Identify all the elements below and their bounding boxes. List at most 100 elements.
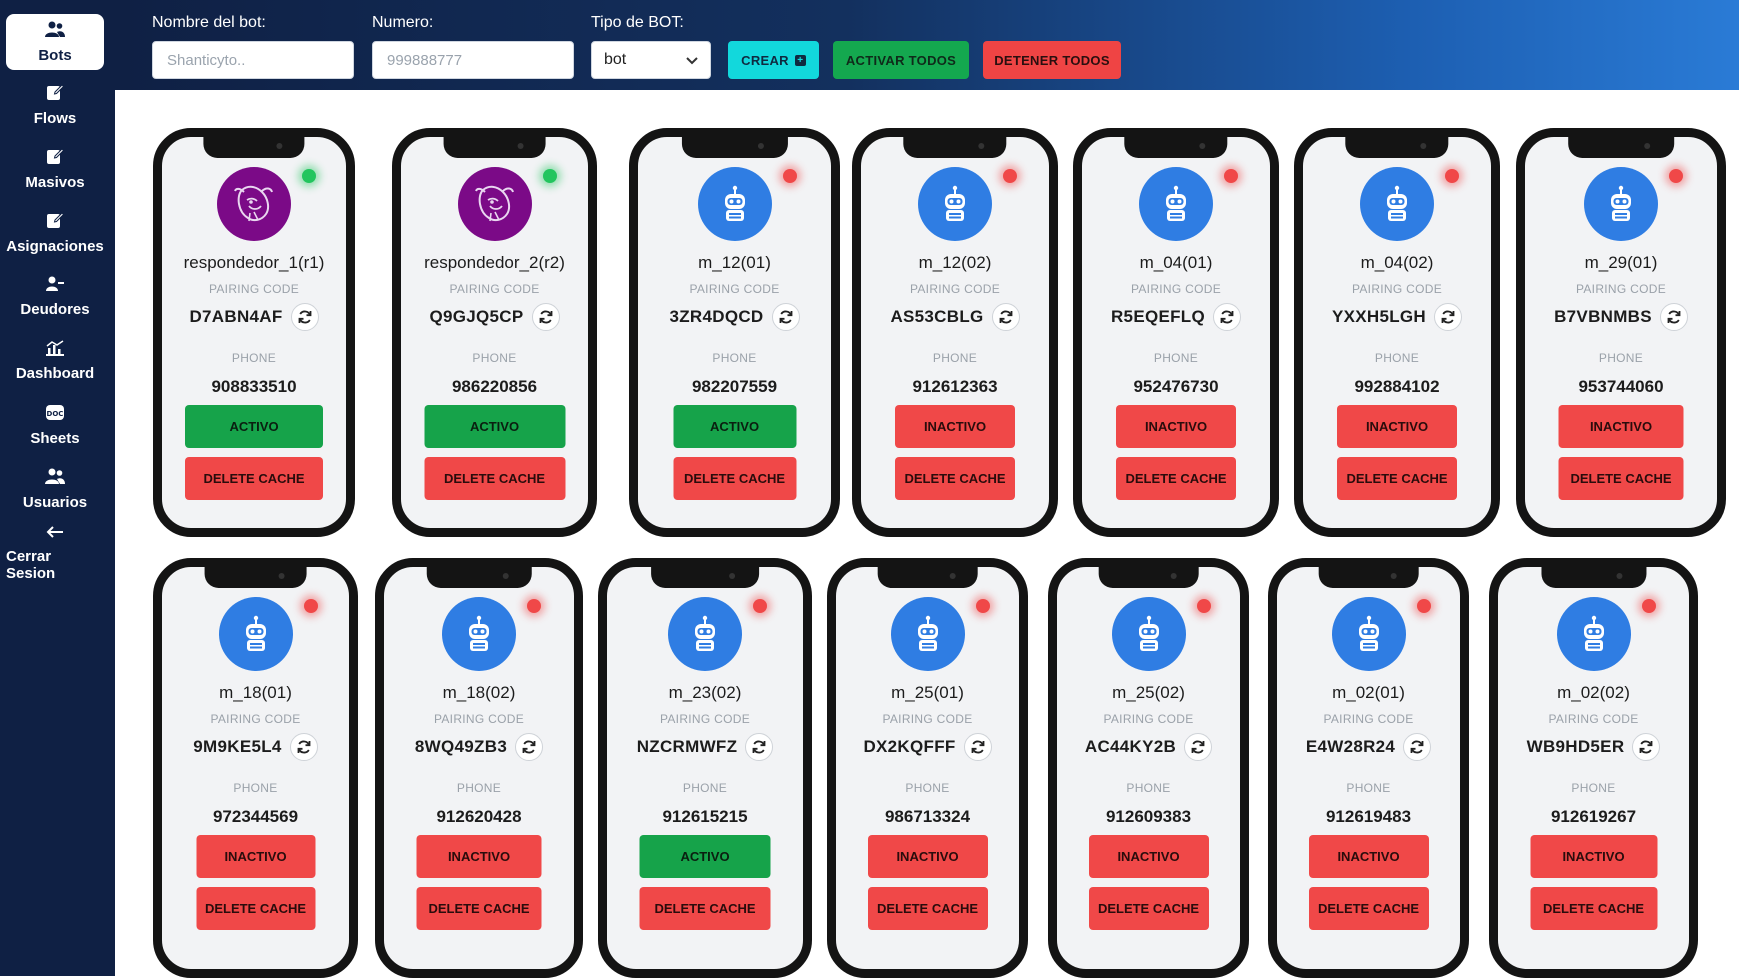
sidebar-item-masivos[interactable]: Masivos	[6, 140, 104, 198]
sidebar-item-flows[interactable]: Flows	[6, 76, 104, 134]
status-toggle-button[interactable]: INACTIVO	[1088, 835, 1209, 878]
refresh-icon[interactable]	[991, 303, 1020, 331]
robot-avatar-icon	[697, 167, 772, 241]
refresh-icon[interactable]	[963, 733, 992, 761]
bot-card: m_23(02) PAIRING CODE NZCRMWFZ PHONE 9126152…	[598, 558, 812, 978]
pairing-code-label: PAIRING CODE	[1351, 282, 1443, 296]
delete-cache-button[interactable]: DELETE CACHE	[1308, 887, 1429, 930]
delete-cache-button[interactable]: DELETE CACHE	[1558, 457, 1684, 500]
bot-name: m_02(01)	[1332, 683, 1405, 702]
pairing-code: 9M9KE5L4	[193, 737, 282, 756]
pairing-code-row: 9M9KE5L4	[162, 733, 349, 761]
pairing-code-row: YXXH5LGH	[1303, 303, 1491, 331]
bot-name: m_29(01)	[1584, 253, 1658, 272]
activate-all-button[interactable]: ACTIVAR TODOS	[833, 41, 969, 79]
status-indicator	[302, 169, 316, 183]
refresh-icon[interactable]	[1659, 303, 1688, 331]
status-toggle-button[interactable]: INACTIVO	[1308, 835, 1429, 878]
refresh-icon[interactable]	[745, 733, 774, 761]
gnu-avatar-icon	[457, 167, 532, 241]
phone-label: PHONE	[682, 781, 728, 795]
refresh-icon[interactable]	[515, 733, 544, 761]
phone-label: PHONE	[1153, 351, 1199, 365]
status-toggle-button[interactable]: INACTIVO	[196, 835, 315, 878]
phone-label: PHONE	[231, 351, 277, 365]
status-toggle-button[interactable]: INACTIVO	[1337, 405, 1457, 448]
chevron-down-icon	[686, 52, 698, 68]
pairing-code: 3ZR4DQCD	[669, 307, 764, 326]
bot-card: respondedor_1(r1) PAIRING CODE D7ABN4AF PHO…	[153, 128, 355, 537]
phone-label: PHONE	[456, 781, 502, 795]
sidebar-item-bots[interactable]: Bots	[6, 14, 104, 70]
sidebar-item-label: Cerrar Sesion	[6, 547, 56, 582]
status-toggle-button[interactable]: INACTIVO	[895, 405, 1015, 448]
status-toggle-button[interactable]: ACTIVO	[673, 405, 796, 448]
status-toggle-button[interactable]: INACTIVO	[416, 835, 542, 878]
refresh-icon[interactable]	[1434, 303, 1463, 331]
delete-cache-button[interactable]: DELETE CACHE	[1116, 457, 1236, 500]
delete-cache-button[interactable]: DELETE CACHE	[424, 457, 565, 500]
delete-cache-button[interactable]: DELETE CACHE	[639, 887, 771, 930]
sidebar-item-asignaciones[interactable]: Asignaciones	[6, 204, 104, 262]
status-indicator	[1224, 169, 1238, 183]
bot-card: m_29(01) PAIRING CODE B7VBNMBS PHONE 9537440…	[1516, 128, 1726, 537]
status-toggle-button[interactable]: INACTIVO	[1558, 405, 1684, 448]
bot-name: m_25(02)	[1112, 683, 1185, 702]
edit-icon	[46, 211, 65, 233]
phone-label: PHONE	[712, 351, 757, 365]
sidebar-item-cerrar-sesion[interactable]: Cerrar Sesion	[6, 524, 104, 582]
edit-icon	[46, 83, 65, 105]
refresh-icon[interactable]	[290, 303, 319, 331]
delete-cache-button[interactable]: DELETE CACHE	[895, 457, 1015, 500]
sidebar-item-usuarios[interactable]: Usuarios	[6, 460, 104, 518]
refresh-icon[interactable]	[531, 303, 560, 331]
phone-number: 986713324	[884, 807, 971, 826]
robot-avatar-icon	[1556, 597, 1631, 671]
robot-avatar-icon	[1139, 167, 1213, 241]
delete-cache-button[interactable]: DELETE CACHE	[416, 887, 542, 930]
bot-type-select[interactable]: bot	[591, 41, 711, 79]
phone-number: 912609383	[1105, 807, 1192, 826]
status-indicator	[1642, 599, 1656, 613]
sidebar-item-label: Asignaciones	[6, 238, 104, 255]
refresh-icon[interactable]	[289, 733, 318, 761]
sidebar-item-dashboard[interactable]: Dashboard	[6, 332, 104, 390]
delete-cache-button[interactable]: DELETE CACHE	[185, 457, 323, 500]
bots-grid: respondedor_1(r1) PAIRING CODE D7ABN4AF PHO…	[115, 90, 1739, 978]
create-button[interactable]: CREAR +	[728, 41, 819, 79]
phone-number: 912619267	[1550, 807, 1637, 826]
pairing-code-row: R5EQEFLQ	[1082, 303, 1270, 331]
refresh-icon[interactable]	[1632, 733, 1661, 761]
refresh-icon[interactable]	[771, 303, 800, 331]
delete-cache-button[interactable]: DELETE CACHE	[1337, 457, 1457, 500]
sidebar-item-label: Sheets	[30, 429, 80, 447]
sidebar-item-label: Bots	[38, 46, 72, 64]
sidebar-item-label: Usuarios	[22, 493, 88, 511]
status-toggle-button[interactable]: INACTIVO	[1116, 405, 1236, 448]
status-toggle-button[interactable]: ACTIVO	[639, 835, 771, 878]
delete-cache-button[interactable]: DELETE CACHE	[1088, 887, 1209, 930]
delete-cache-button[interactable]: DELETE CACHE	[196, 887, 315, 930]
pairing-code-label: PAIRING CODE	[1548, 712, 1639, 726]
phone-notch	[204, 567, 307, 588]
pairing-code-row: D7ABN4AF	[162, 303, 346, 331]
sidebar-item-sheets[interactable]: DOC Sheets	[6, 396, 104, 454]
status-toggle-button[interactable]: ACTIVO	[185, 405, 323, 448]
refresh-icon[interactable]	[1184, 733, 1213, 761]
status-toggle-button[interactable]: INACTIVO	[1530, 835, 1657, 878]
refresh-icon[interactable]	[1403, 733, 1432, 761]
delete-cache-button[interactable]: DELETE CACHE	[673, 457, 796, 500]
bot-name: m_04(01)	[1139, 253, 1213, 272]
bot-name-input[interactable]	[152, 41, 354, 79]
status-toggle-button[interactable]: ACTIVO	[424, 405, 565, 448]
refresh-icon[interactable]	[1213, 303, 1242, 331]
status-toggle-button[interactable]: INACTIVO	[867, 835, 988, 878]
number-input[interactable]	[372, 41, 574, 79]
delete-cache-button[interactable]: DELETE CACHE	[1530, 887, 1657, 930]
stop-all-button[interactable]: DETENER TODOS	[983, 41, 1121, 79]
delete-cache-button[interactable]: DELETE CACHE	[867, 887, 988, 930]
sidebar-item-deudores[interactable]: Deudores	[6, 268, 104, 326]
phone-label: PHONE	[932, 351, 978, 365]
pairing-code-label: PAIRING CODE	[210, 712, 301, 726]
phone-number: 912619483	[1325, 807, 1412, 826]
